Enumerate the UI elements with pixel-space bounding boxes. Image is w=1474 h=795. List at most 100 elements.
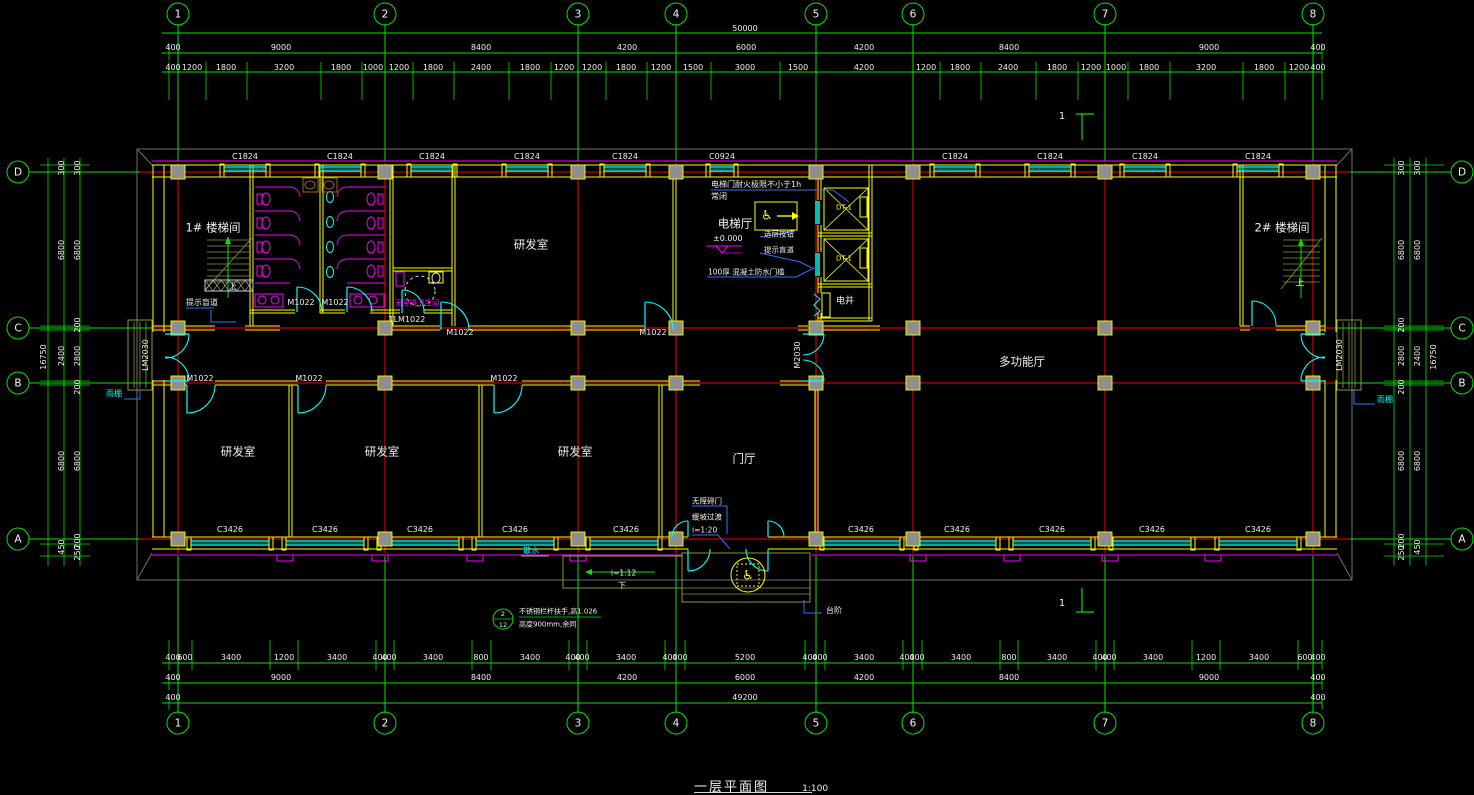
door-tag-9: LM2030 <box>142 339 150 371</box>
dim-label-10: 400 <box>165 64 180 72</box>
dim-label-89: 200 <box>74 317 82 332</box>
annotation-20: 高度900mm,余同 <box>519 622 576 629</box>
dim-label-22: 1800 <box>616 64 636 72</box>
window-tag-13: C3426 <box>502 526 528 534</box>
window-tag-5: C0924 <box>709 153 735 161</box>
dim-label-16: 1200 <box>389 64 409 72</box>
annotation-28: ♿ <box>742 570 754 583</box>
annotation-4: 提示盲道 <box>764 246 794 254</box>
annotation-7: 无障碍卫生间 <box>395 299 440 307</box>
dim-label-17: 1800 <box>423 64 443 72</box>
window-tag-9: C1824 <box>1245 153 1271 161</box>
door-tag-8: M2030 <box>794 341 802 368</box>
door-tag-4: M1022 <box>186 375 213 383</box>
dim-label-56: 400 <box>812 654 827 662</box>
room-label-0: 1# 楼梯间 <box>185 222 240 234</box>
dim-label-77: 9000 <box>1199 674 1219 682</box>
dim-label-24: 1500 <box>683 64 703 72</box>
dim-label-108: 250 <box>1398 545 1406 560</box>
dim-label-87: 300 <box>74 160 82 175</box>
dim-label-103: 200 <box>1398 317 1406 332</box>
door-tag-0: M1022 <box>287 299 314 307</box>
dim-label-70: 400 <box>165 674 180 682</box>
window-tag-2: C1824 <box>419 153 445 161</box>
axis-bubble-A-23: A <box>1451 528 1474 551</box>
window-tag-16: C3426 <box>944 526 970 534</box>
dim-label-6: 4200 <box>854 44 874 52</box>
dim-label-86: 450 <box>58 539 66 554</box>
dim-label-25: 3000 <box>735 64 755 72</box>
axis-bubble-8-7: 8 <box>1302 3 1325 26</box>
dim-label-69: 400 <box>1310 654 1325 662</box>
door-tag-1: M1022 <box>321 299 348 307</box>
dim-label-23: 1200 <box>651 64 671 72</box>
door-tag-6: M1022 <box>490 375 517 383</box>
dim-label-35: 3200 <box>1196 64 1216 72</box>
room-label-9: 电井 <box>836 298 854 307</box>
dim-label-33: 1000 <box>1106 64 1126 72</box>
axis-bubble-C-21: C <box>1451 317 1474 340</box>
annotation-26: 1 <box>1059 599 1065 609</box>
door-tag-7: TLM1022 <box>389 316 426 324</box>
dim-label-75: 4200 <box>854 674 874 682</box>
window-tag-10: C3426 <box>217 526 243 534</box>
labels-layer: 5000040090008400420060004200840090004004… <box>0 0 1474 795</box>
dim-label-91: 200 <box>74 379 82 394</box>
dim-label-71: 9000 <box>271 674 291 682</box>
dim-label-78: 400 <box>1310 674 1325 682</box>
axis-bubble-B-22: B <box>1451 372 1474 395</box>
annotation-17: 雨棚 <box>1377 396 1393 404</box>
dim-label-84: 2400 <box>58 346 66 366</box>
axis-bubble-1-8: 1 <box>167 712 190 735</box>
dim-label-40: 600 <box>177 654 192 662</box>
dim-label-19: 1800 <box>520 64 540 72</box>
dim-label-7: 8400 <box>999 44 1019 52</box>
title-underline <box>694 792 812 793</box>
window-tag-1: C1824 <box>327 153 353 161</box>
dim-label-4: 4200 <box>617 44 637 52</box>
dim-label-97: 6800 <box>1414 240 1422 260</box>
dim-label-3: 8400 <box>471 44 491 52</box>
room-label-4: 研发室 <box>221 446 256 458</box>
window-tag-8: C1824 <box>1132 153 1158 161</box>
annotation-2: ±0.000 <box>713 235 743 243</box>
dim-label-80: 49200 <box>732 694 757 702</box>
dim-label-20: 1200 <box>554 64 574 72</box>
window-tag-0: C1824 <box>232 153 258 161</box>
dim-label-101: 300 <box>1398 160 1406 175</box>
dim-label-98: 2400 <box>1414 346 1422 366</box>
annotation-19: 不锈钢栏杆扶手,高1.026 <box>519 609 597 616</box>
room-label-2: 电梯厅 <box>718 218 753 230</box>
dim-label-95: 16750 <box>40 344 48 369</box>
dim-label-36: 1800 <box>1254 64 1274 72</box>
axis-bubble-B-18: B <box>7 372 30 395</box>
dim-label-92: 6800 <box>74 451 82 471</box>
annotation-18: 散水 <box>523 547 539 555</box>
annotation-6: 提示盲道 <box>186 299 218 307</box>
dim-label-60: 3400 <box>951 654 971 662</box>
dim-label-38: 400 <box>1310 64 1325 72</box>
dim-label-45: 400 <box>381 654 396 662</box>
window-tag-6: C1824 <box>942 153 968 161</box>
axis-bubble-A-19: A <box>7 528 30 551</box>
dim-label-76: 8400 <box>999 674 1019 682</box>
annotation-5: 100厚 混凝土防水门槛 <box>708 268 785 276</box>
dim-label-13: 3200 <box>274 64 294 72</box>
room-label-7: 门厅 <box>733 453 756 465</box>
dim-label-34: 1800 <box>1139 64 1159 72</box>
axis-bubble-6-13: 6 <box>902 712 925 735</box>
annotation-12: 下 <box>618 582 626 590</box>
annotation-11: i=1:12 <box>611 569 636 577</box>
annotation-22: 12 <box>499 622 507 629</box>
dim-label-82: 300 <box>58 160 66 175</box>
dim-label-72: 8400 <box>471 674 491 682</box>
dim-label-51: 3400 <box>616 654 636 662</box>
axis-bubble-4-11: 4 <box>665 712 688 735</box>
dim-label-5: 6000 <box>736 44 756 52</box>
axis-bubble-8-15: 8 <box>1302 712 1325 735</box>
dim-label-83: 6800 <box>58 240 66 260</box>
axis-bubble-5-12: 5 <box>805 712 828 735</box>
dim-label-28: 1200 <box>916 64 936 72</box>
dim-label-47: 800 <box>473 654 488 662</box>
dim-label-41: 3400 <box>221 654 241 662</box>
